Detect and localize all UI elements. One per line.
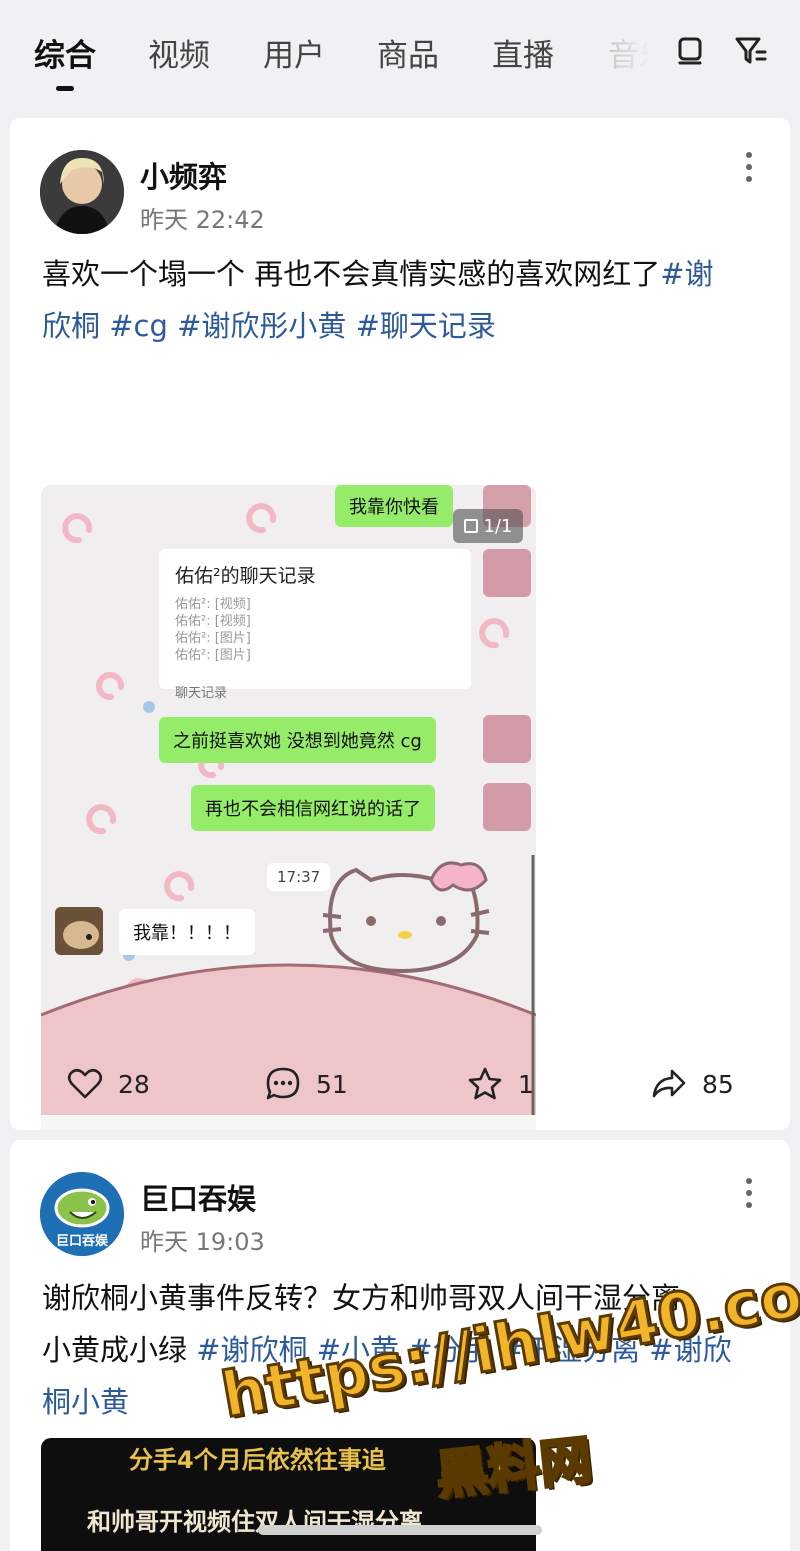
share-arrow-icon — [652, 1069, 686, 1098]
hashtag-line[interactable]: 欣桐 #cg #谢欣彤小黄 #聊天记录 — [42, 309, 496, 343]
chat-record-line: 佑佑²: [图片] — [175, 631, 251, 646]
author-name[interactable]: 小频弈 — [140, 154, 227, 196]
tab-comprehensive[interactable]: 综合 — [34, 30, 96, 75]
chat-record-title: 佑佑²的聊天记录 — [175, 565, 316, 587]
tab-live[interactable]: 直播 — [492, 30, 554, 75]
tab-video[interactable]: 视频 — [148, 30, 210, 75]
panel-icon[interactable] — [672, 32, 708, 68]
more-options-icon[interactable] — [742, 1178, 756, 1212]
image-count-text: 1/1 — [483, 515, 513, 537]
favorite-button[interactable]: 1 — [466, 1062, 534, 1106]
post-time: 昨天 19:03 — [140, 1228, 265, 1256]
author-avatar[interactable] — [40, 150, 124, 234]
gallery-icon — [463, 519, 478, 533]
post-body: 喜欢一个塌一个 再也不会真情实感的喜欢网红了 — [42, 257, 661, 291]
comment-icon — [266, 1067, 300, 1100]
chat-timestamp: 17:37 — [267, 863, 331, 891]
filter-icon[interactable] — [733, 32, 769, 68]
tab-fade — [596, 20, 676, 80]
author-name[interactable]: 巨口吞娱 — [140, 1176, 256, 1218]
post-card[interactable]: 小频弈 昨天 22:42 喜欢一个塌一个 再也不会真情实感的喜欢网红了#谢 欣桐… — [10, 118, 790, 1130]
hashtag[interactable]: 桐小黄 — [42, 1385, 129, 1419]
post-body: 小黄成小绿 — [42, 1333, 197, 1367]
like-button[interactable]: 28 — [66, 1062, 150, 1106]
more-options-icon[interactable] — [742, 152, 756, 186]
active-tab-indicator — [56, 86, 74, 91]
heart-icon — [67, 1068, 103, 1099]
avatar-photo — [40, 150, 124, 234]
tab-products[interactable]: 商品 — [377, 30, 439, 75]
chat-avatar-friend — [55, 907, 103, 955]
chat-bubble-received: 我靠！！！！ — [119, 909, 255, 955]
favorite-count: 1 — [518, 1069, 534, 1099]
share-count: 85 — [702, 1069, 734, 1099]
chat-record-line: 佑佑²: [图片] — [175, 648, 251, 663]
search-tab-bar: 综合 视频 用户 商品 直播 音乐 — [0, 0, 800, 100]
comment-count: 51 — [316, 1069, 348, 1099]
star-icon — [468, 1067, 502, 1100]
share-button[interactable]: 85 — [650, 1062, 734, 1106]
avatar-logo-text: 巨口吞娱 — [55, 1234, 108, 1249]
image-count-badge: 1/1 — [453, 509, 523, 543]
dog-photo — [55, 907, 103, 955]
chat-avatar-self — [483, 715, 531, 763]
post-image[interactable]: 我靠你快看 1/1 佑佑²的聊天记录 佑佑²: [视频] 佑佑²: [视频] 佑… — [41, 485, 536, 1130]
tab-users[interactable]: 用户 — [263, 30, 325, 75]
chat-bubble-sent: 再也不会相信网红说的话了 — [191, 785, 435, 831]
post-time: 昨天 22:42 — [140, 206, 265, 234]
author-avatar[interactable]: 巨口吞娱 — [40, 1172, 124, 1256]
chat-avatar-self — [483, 783, 531, 831]
chat-record-footer: 聊天记录 — [175, 686, 228, 701]
comment-button[interactable]: 51 — [264, 1062, 348, 1106]
post-text: 喜欢一个塌一个 再也不会真情实感的喜欢网红了#谢 欣桐 #cg #谢欣彤小黄 #… — [42, 248, 764, 352]
thumbnail-caption: 分手4个月后依然往事追 — [129, 1446, 386, 1474]
chat-record-card: 佑佑²的聊天记录 佑佑²: [视频] 佑佑²: [视频] 佑佑²: [图片] 佑… — [159, 549, 471, 701]
chat-bubble-sent: 我靠你快看 — [335, 485, 453, 527]
chat-avatar-self — [483, 549, 531, 597]
home-indicator[interactable] — [258, 1525, 542, 1535]
hashtag[interactable]: #谢 — [660, 257, 713, 291]
chat-bubble-sent: 之前挺喜欢她 没想到她竟然 cg — [159, 717, 436, 763]
chat-record-line: 佑佑²: [视频] — [175, 597, 251, 612]
chat-record-line: 佑佑²: [视频] — [175, 614, 251, 629]
like-count: 28 — [118, 1069, 150, 1099]
